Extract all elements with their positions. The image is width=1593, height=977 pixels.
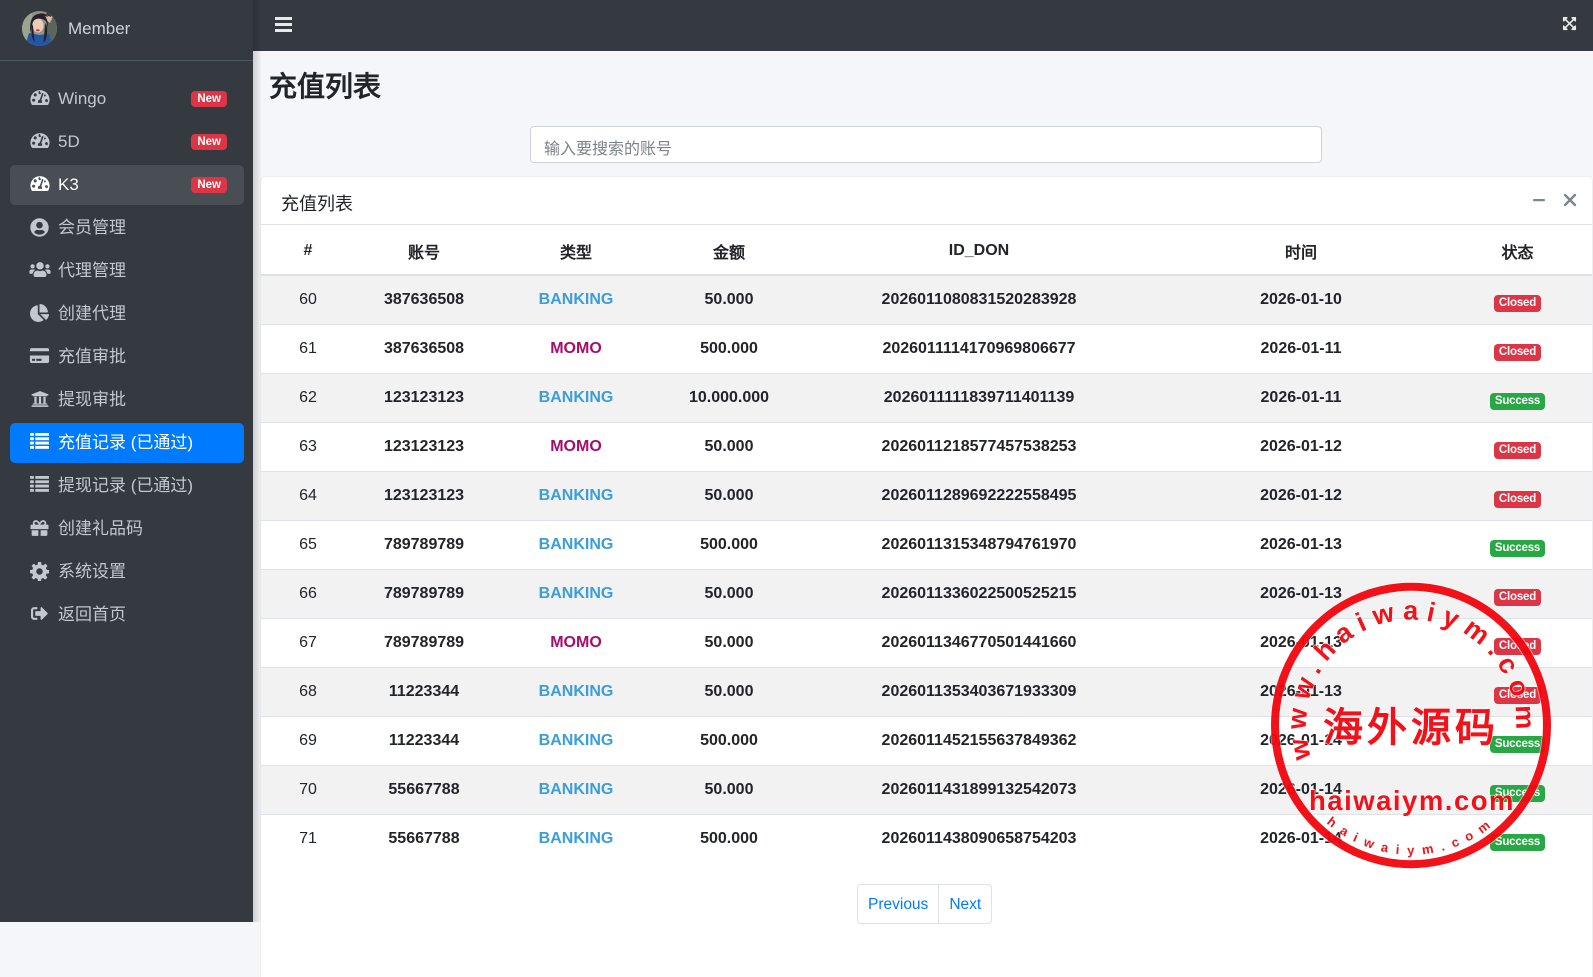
svg-text:haiwaiym.com: haiwaiym.com bbox=[1309, 785, 1515, 816]
svg-text:海外源码: 海外源码 bbox=[1323, 705, 1499, 750]
